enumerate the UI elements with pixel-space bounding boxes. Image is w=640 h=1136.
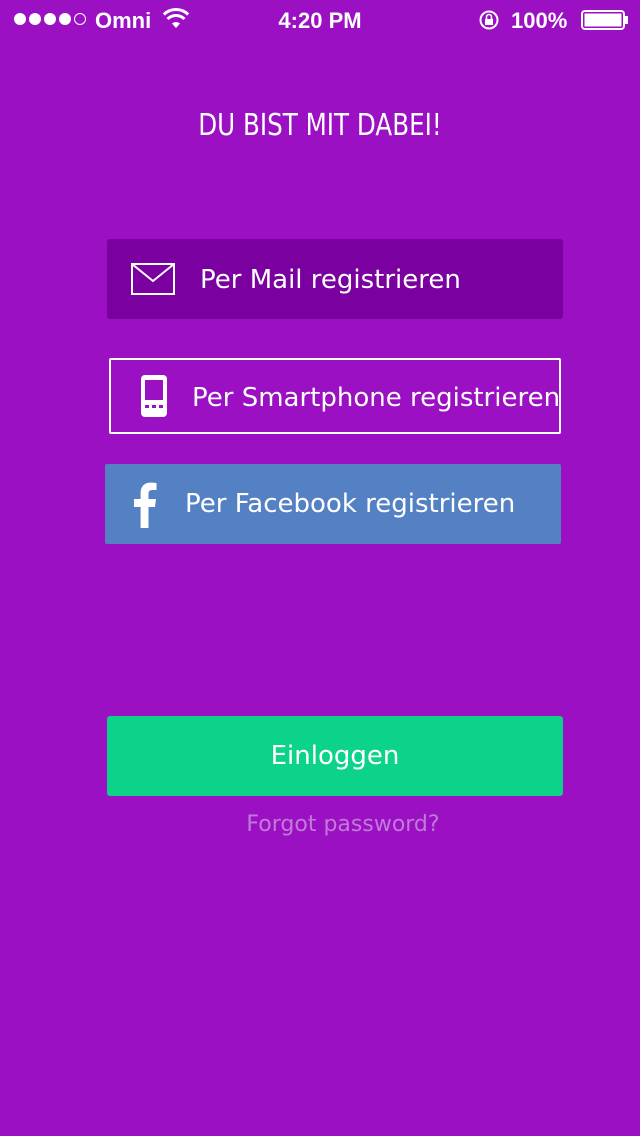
battery-icon (581, 10, 628, 30)
register-smartphone-button[interactable]: Per Smartphone registrieren (109, 358, 561, 434)
mail-icon (131, 263, 175, 295)
register-smartphone-label: Per Smartphone registrieren (192, 383, 561, 413)
page-title: DU BIST MIT DABEI! (198, 108, 442, 143)
login-button-label: Einloggen (270, 741, 400, 771)
login-button[interactable]: Einloggen (107, 716, 563, 796)
facebook-icon (134, 482, 157, 528)
register-facebook-label: Per Facebook registrieren (185, 489, 516, 519)
forgot-password-link[interactable]: Forgot password? (0, 812, 640, 837)
rotation-lock-icon (479, 10, 499, 30)
register-mail-label: Per Mail registrieren (200, 265, 461, 295)
battery-percent: 100% (511, 8, 568, 33)
register-facebook-button[interactable]: Per Facebook registrieren (105, 464, 561, 544)
status-bar: Omni 4:20 PM 100% (0, 0, 640, 40)
smartphone-icon (141, 375, 167, 417)
register-mail-button[interactable]: Per Mail registrieren (107, 239, 563, 319)
